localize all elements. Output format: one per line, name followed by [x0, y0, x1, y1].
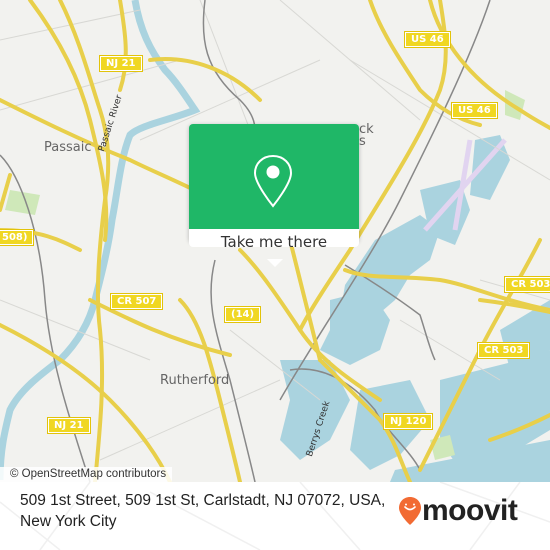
popup-header [189, 124, 359, 229]
map[interactable]: NJ 21 NJ 21 US 46 US 46 CR 507 (14) CR 5… [0, 0, 550, 482]
map-pin-icon [253, 154, 293, 208]
road-shield-cr503: CR 503 [476, 342, 531, 359]
road-shield-nj120: NJ 120 [382, 413, 434, 430]
footer: 509 1st Street, 509 1st St, Carlstadt, N… [0, 482, 550, 550]
road-shield-nj21: NJ 21 [47, 417, 91, 434]
moovit-pin-icon [399, 497, 421, 525]
road-shield-us46: US 46 [451, 102, 498, 119]
attribution-text[interactable]: © OpenStreetMap contributors [10, 468, 166, 480]
road-shield-nj21: NJ 21 [99, 55, 143, 72]
place-label-rutherford: Rutherford [160, 373, 230, 388]
road-shield-cr503: CR 503 [503, 276, 550, 293]
map-attribution[interactable]: © OpenStreetMap contributors [0, 467, 173, 482]
road-shield-route14: (14) [223, 306, 262, 323]
road-shield-cr507: CR 507 [109, 293, 164, 310]
place-label-passaic: Passaic [44, 140, 92, 155]
popup-pointer [267, 259, 283, 267]
take-me-there-button[interactable]: Take me there [189, 229, 359, 251]
road-shield-cr508: 508) [0, 229, 35, 246]
address-text: 509 1st Street, 509 1st St, Carlstadt, N… [20, 492, 386, 530]
road-shield-us46: US 46 [404, 31, 451, 48]
moovit-wordmark: moovit [422, 494, 518, 527]
destination-popup: Take me there [189, 124, 359, 251]
take-me-there-label: Take me there [220, 233, 328, 251]
place-label-hasbrouck-heights: ck s [359, 122, 374, 149]
